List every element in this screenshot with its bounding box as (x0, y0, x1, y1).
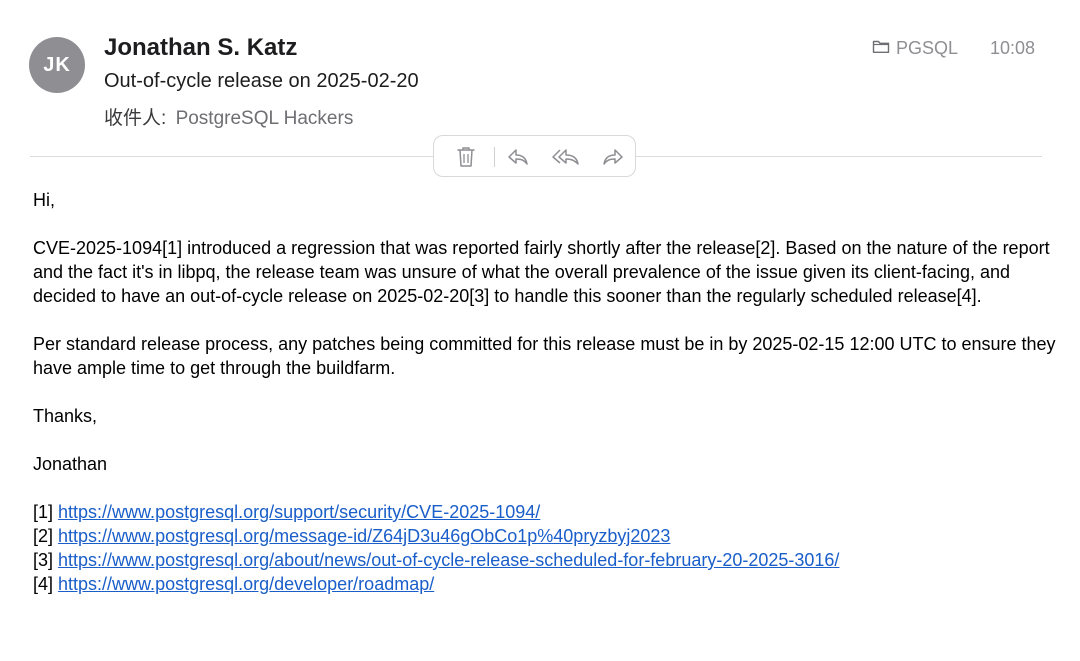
reference-marker: [1] (33, 502, 54, 522)
reference-item: [4] https://www.postgresql.org/developer… (33, 572, 1063, 596)
reply-all-icon[interactable] (552, 145, 580, 169)
reference-link[interactable]: https://www.postgresql.org/about/news/ou… (58, 550, 839, 570)
reply-icon[interactable] (506, 145, 530, 169)
mailbox-name: PGSQL (896, 38, 959, 58)
avatar[interactable]: JK (29, 37, 85, 93)
greeting: Hi, (33, 190, 55, 210)
forward-icon[interactable] (601, 145, 625, 169)
recipients-label: 收件人: (104, 108, 167, 129)
reference-item: [2] https://www.postgresql.org/message-i… (33, 524, 1063, 548)
mailbox-tag[interactable]: PGSQL (872, 38, 958, 59)
message-toolbar (433, 135, 636, 177)
message-body: Hi, CVE-2025-1094[1] introduced a regres… (33, 188, 1063, 596)
reference-link[interactable]: https://www.postgresql.org/message-id/Z6… (58, 526, 670, 546)
avatar-initials: JK (43, 53, 71, 76)
reference-link[interactable]: https://www.postgresql.org/developer/roa… (58, 574, 434, 594)
closing: Thanks, (33, 406, 98, 426)
body-paragraph-1: CVE-2025-1094[1] introduced a regression… (33, 238, 1050, 306)
body-paragraph-2: Per standard release process, any patche… (33, 334, 1056, 378)
reference-marker: [4] (33, 574, 54, 594)
trash-icon[interactable] (454, 145, 478, 169)
sender-name[interactable]: Jonathan S. Katz (104, 34, 297, 62)
signature: Jonathan (33, 454, 108, 474)
reference-marker: [3] (33, 550, 54, 570)
reference-marker: [2] (33, 526, 54, 546)
reference-link[interactable]: https://www.postgresql.org/support/secur… (58, 502, 540, 522)
reference-list: [1] https://www.postgresql.org/support/s… (33, 500, 1063, 596)
reference-item: [3] https://www.postgresql.org/about/new… (33, 548, 1063, 572)
reference-item: [1] https://www.postgresql.org/support/s… (33, 500, 1063, 524)
toolbar-separator (494, 147, 495, 167)
recipients-line: 收件人: PostgreSQL Hackers (104, 103, 353, 130)
recipient-name[interactable]: PostgreSQL Hackers (176, 108, 354, 129)
folder-icon (872, 38, 890, 59)
received-time: 10:08 (990, 38, 1036, 58)
email-subject: Out-of-cycle release on 2025-02-20 (104, 70, 419, 92)
